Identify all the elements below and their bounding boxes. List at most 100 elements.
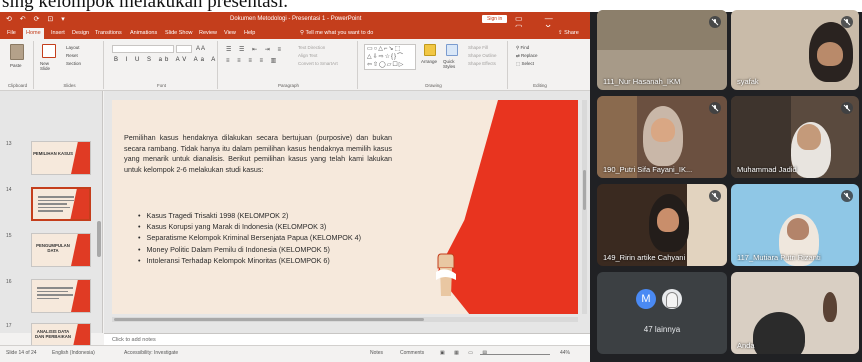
reset-button[interactable]: Reset: [66, 53, 78, 58]
font-name-select[interactable]: [112, 45, 174, 53]
vertical-scrollbar[interactable]: [582, 100, 587, 314]
thumb-number: 17: [6, 323, 12, 329]
notes-toggle[interactable]: Notes: [370, 350, 383, 356]
participant-tile[interactable]: 149_Ririn artike Cahyani: [597, 184, 727, 266]
slide-thumbnails-pane[interactable]: 13 PEMILIHAN KASUS 14 15 PENGUMPULAN DAT…: [0, 91, 103, 357]
muted-mic-icon: [841, 102, 853, 114]
zoom-slider[interactable]: [480, 354, 550, 355]
thumb-number: 13: [6, 141, 12, 147]
language-indicator[interactable]: English (Indonesia): [52, 350, 95, 356]
shape-effects-button[interactable]: Shape Effects: [468, 61, 496, 66]
participant-name: 111_Nur Hasanah_IKM: [603, 77, 681, 86]
muted-mic-icon: [709, 102, 721, 114]
participant-tile[interactable]: 117_Mutiara Putri Rizanti: [731, 184, 859, 266]
find-button[interactable]: ⚲ Find: [516, 45, 529, 51]
slides-group-label: Slides: [63, 83, 76, 88]
text-direction-button[interactable]: Text Direction: [298, 45, 325, 50]
participant-tile[interactable]: 190_Putri Sifa Fayani_IK...: [597, 96, 727, 178]
clipboard-group-label: Clipboard: [7, 83, 28, 88]
tell-me-box[interactable]: ⚲ Tell me what you want to do: [300, 30, 373, 36]
sign-in-button[interactable]: Sign in: [482, 15, 508, 23]
others-tile[interactable]: M 47 lainnya: [597, 272, 727, 354]
tab-home[interactable]: Home: [23, 28, 44, 39]
shape-outline-button[interactable]: Shape Outline: [468, 53, 497, 58]
tab-design[interactable]: Design: [72, 30, 89, 36]
thumb-text-lines: [38, 196, 74, 214]
paragraph-group: ☰ ☰ ⇤ ⇥ ≡ ≡ ≡ ≡ ≡ ▥ Text Direction Align…: [220, 41, 358, 89]
share-button[interactable]: ⇪ Share: [558, 30, 579, 36]
font-group-label: Font: [156, 83, 166, 88]
document-title: Dokumen Metodologi - Presentasi 1 - Powe…: [230, 16, 362, 22]
paste-icon[interactable]: [10, 44, 24, 60]
slide-thumbnail-14[interactable]: [31, 187, 91, 221]
font-format-buttons[interactable]: B I U S ab AV Aa A: [114, 57, 218, 63]
horizontal-scrollbar[interactable]: [112, 317, 578, 322]
new-slide-icon[interactable]: [42, 44, 56, 58]
slide-thumbnail-13[interactable]: PEMILIHAN KASUS: [31, 141, 91, 175]
select-label: Select: [521, 61, 535, 66]
self-view-tile[interactable]: Anda: [731, 272, 859, 354]
thumb-title: PENGUMPULAN DATA: [36, 243, 70, 253]
quick-styles-icon[interactable]: [446, 44, 458, 56]
slide-paragraph[interactable]: Pemilihan kasus hendaknya dilakukan seca…: [124, 133, 392, 175]
thumb-title: ANALISIS DATA DAN PERBAIKAN: [34, 329, 72, 339]
tab-view[interactable]: View: [224, 30, 236, 36]
participant-face: [787, 218, 809, 240]
tab-transitions[interactable]: Transitions: [95, 30, 122, 36]
layout-button[interactable]: Layout: [66, 45, 80, 50]
thumb-number: 14: [6, 187, 12, 193]
thumb-text-lines: [37, 287, 73, 301]
participant-name: 117_Mutiara Putri Rizanti: [737, 253, 821, 262]
muted-mic-icon: [709, 190, 721, 202]
participant-face: [651, 118, 675, 142]
thumb-number: 16: [6, 279, 12, 285]
shapes-gallery[interactable]: ▭○△⌐↘⬚ △⇩⇨☆{}⌒ ⇦⇧◯▱☐▷: [364, 44, 416, 70]
convert-smartart-button[interactable]: Convert to SmartArt: [298, 61, 338, 66]
participant-name: 190_Putri Sifa Fayani_IK...: [603, 165, 693, 174]
tab-file[interactable]: File: [7, 30, 16, 36]
align-buttons[interactable]: ≡ ≡ ≡ ≡ ▥: [226, 57, 279, 64]
tab-review[interactable]: Review: [199, 30, 217, 36]
bullet-item: Separatisme Kelompok Kriminal Bersenjata…: [138, 232, 362, 243]
new-slide-label: New Slide: [40, 61, 51, 71]
slide-editor: Pemilihan kasus hendaknya dilakukan seca…: [104, 91, 590, 333]
participant-tile[interactable]: 111_Nur Hasanah_IKM: [597, 10, 727, 90]
bullet-item: Kasus Tragedi Trisakti 1998 (KELOMPOK 2): [138, 210, 361, 221]
arrange-icon[interactable]: [424, 44, 436, 56]
participant-tile[interactable]: Muhammad Jadid: [731, 96, 859, 178]
shape-fill-button[interactable]: Shape Fill: [468, 45, 488, 50]
powerpoint-window: ⟲ ↶ ⟳ ⊡ ▾ Dokumen Metodologi - Presentas…: [0, 12, 590, 362]
quick-access-toolbar[interactable]: ⟲ ↶ ⟳ ⊡ ▾: [6, 15, 68, 23]
participant-silhouette: [753, 312, 805, 354]
current-slide[interactable]: Pemilihan kasus hendaknya dilakukan seca…: [112, 100, 578, 314]
select-button[interactable]: ⬚ Select: [516, 61, 534, 67]
tab-animations[interactable]: Animations: [130, 30, 157, 36]
accessibility-button[interactable]: Accessibility: Investigate: [124, 350, 178, 356]
zoom-level[interactable]: 44%: [560, 350, 570, 356]
participant-tile[interactable]: syafak: [731, 10, 859, 90]
ribbon: Paste Clipboard New Slide Layout Reset S…: [0, 39, 590, 91]
participant-name: syafak: [737, 77, 759, 86]
notes-pane[interactable]: Click to add notes: [104, 333, 590, 345]
slide-thumbnail-16[interactable]: [31, 279, 91, 313]
replace-label: Replace: [521, 53, 538, 58]
slide-thumbnail-15[interactable]: PENGUMPULAN DATA: [31, 233, 91, 267]
list-buttons[interactable]: ☰ ☰ ⇤ ⇥ ≡: [226, 46, 284, 53]
font-size-select[interactable]: [176, 45, 192, 53]
participant-avatar: M: [636, 289, 656, 309]
tab-insert[interactable]: Insert: [51, 30, 65, 36]
thumbnails-scrollbar[interactable]: [97, 221, 101, 257]
slide-bullet-list[interactable]: Kasus Tragedi Trisakti 1998 (KELOMPOK 2)…: [138, 210, 362, 266]
replace-button[interactable]: ⇄ Replace: [516, 53, 538, 59]
comments-toggle[interactable]: Comments: [400, 350, 424, 356]
slide-counter: Slide 14 of 24: [6, 350, 37, 356]
bullet-item: Kasus Korupsi yang Marak di Indonesia (K…: [138, 221, 361, 232]
muted-mic-icon: [841, 16, 853, 28]
view-buttons[interactable]: ▣ ▦ ▭ ▤: [440, 350, 491, 356]
tab-slide-show[interactable]: Slide Show: [165, 30, 193, 36]
align-text-button[interactable]: Align Text: [298, 53, 317, 58]
section-button[interactable]: Section: [66, 61, 81, 66]
participant-face: [817, 42, 843, 66]
grow-font-icon[interactable]: A A: [196, 46, 205, 52]
tab-help[interactable]: Help: [244, 30, 255, 36]
